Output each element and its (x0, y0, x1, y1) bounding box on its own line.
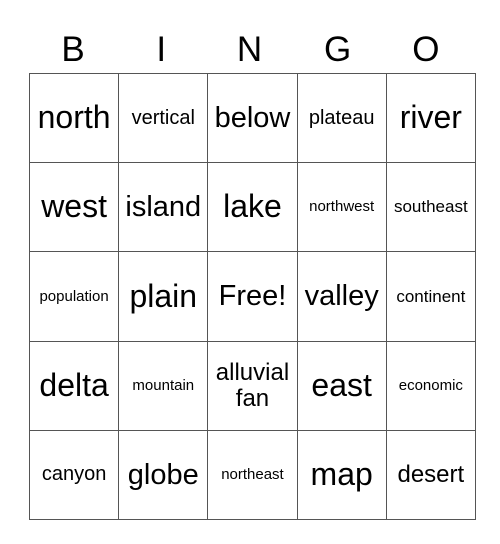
bingo-cell[interactable]: plateau (296, 72, 387, 164)
bingo-cell[interactable]: north (28, 72, 120, 164)
bingo-cell[interactable]: lake (207, 162, 298, 253)
bingo-cell[interactable]: island (118, 162, 209, 253)
bingo-cell[interactable]: alluvial fan (207, 340, 298, 431)
header-letter-o: O (412, 30, 440, 69)
bingo-cell[interactable]: southeast (385, 162, 476, 253)
header-letter-n: N (236, 30, 263, 69)
bingo-row: delta mountain alluvial fan east economic (28, 340, 476, 431)
bingo-cell[interactable]: population (28, 251, 120, 342)
bingo-cell[interactable]: mountain (118, 340, 209, 431)
bingo-cell[interactable]: west (28, 162, 120, 253)
bingo-header: B I N G O (29, 30, 470, 70)
bingo-cell[interactable]: east (296, 340, 387, 431)
free-space-cell[interactable]: Free! (207, 251, 298, 342)
bingo-card: north vertical below plateau river west island… (28, 72, 476, 520)
bingo-cell[interactable]: economic (385, 340, 476, 431)
bingo-cell[interactable]: northwest (296, 162, 387, 253)
bingo-row: population plain Free! valley continent (28, 251, 476, 342)
bingo-cell[interactable]: river (385, 72, 476, 164)
header-letter-g: G (324, 30, 352, 69)
bingo-cell[interactable]: map (296, 429, 387, 520)
bingo-cell[interactable]: vertical (118, 72, 209, 164)
bingo-cell[interactable]: below (207, 72, 298, 164)
bingo-row: canyon globe northeast map desert (28, 429, 476, 520)
bingo-cell[interactable]: valley (296, 251, 387, 342)
header-letter-i: I (156, 30, 167, 69)
bingo-cell[interactable]: continent (385, 251, 476, 342)
bingo-cell[interactable]: delta (28, 340, 120, 431)
bingo-cell[interactable]: canyon (28, 429, 120, 520)
bingo-row: west island lake northwest southeast (28, 162, 476, 253)
header-letter-b: B (61, 30, 85, 69)
bingo-cell[interactable]: globe (118, 429, 209, 520)
bingo-cell[interactable]: northeast (207, 429, 298, 520)
bingo-cell[interactable]: plain (118, 251, 209, 342)
bingo-cell[interactable]: desert (385, 429, 476, 520)
bingo-row: north vertical below plateau river (28, 72, 476, 164)
